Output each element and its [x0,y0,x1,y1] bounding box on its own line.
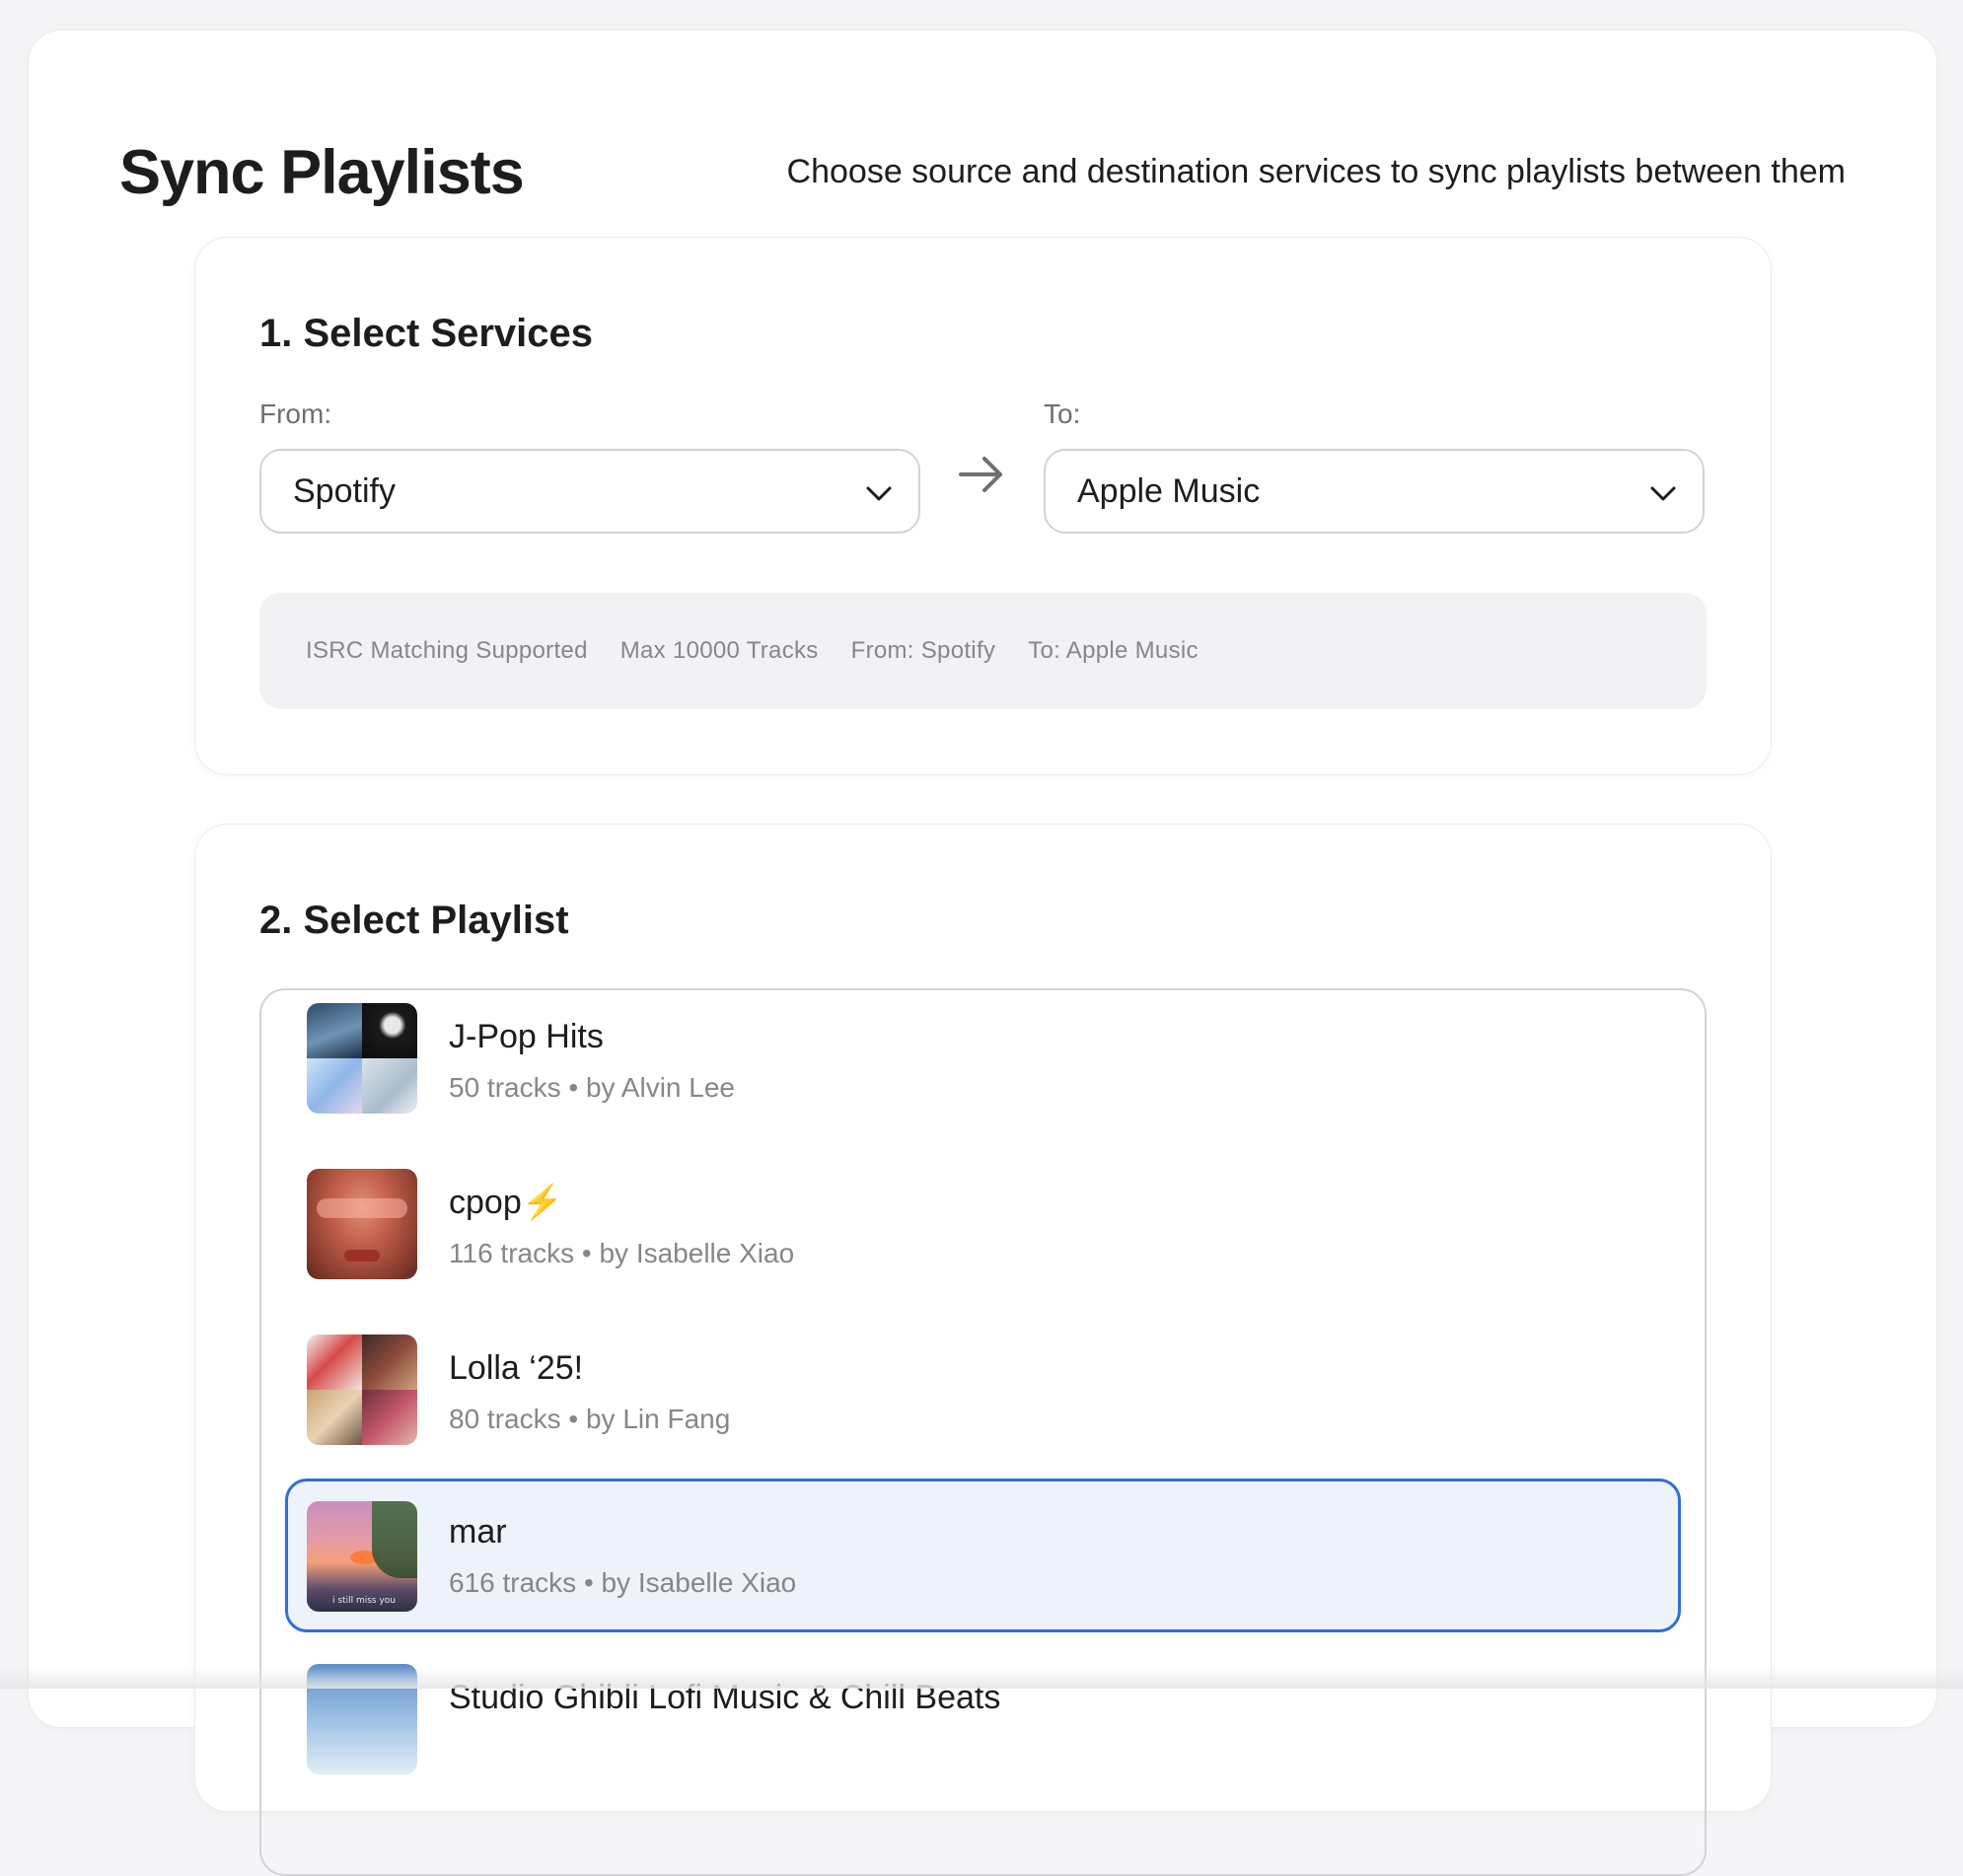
section-heading-services: 1. Select Services [259,312,594,355]
playlist-cover [307,1169,417,1279]
bottom-edge-shadow [0,1667,1963,1689]
info-tag-to: To: Apple Music [1028,637,1199,664]
playlist-item[interactable]: Lolla ‘25! 80 tracks • by Lin Fang [285,1322,1681,1476]
info-tag-from: From: Spotify [850,637,996,664]
playlist-meta: 80 tracks • by Lin Fang [449,1404,731,1434]
section-heading-playlist: 2. Select Playlist [259,899,569,942]
playlist-name: mar [449,1513,507,1551]
from-service-select[interactable]: Spotify [259,449,920,534]
info-tag-isrc: ISRC Matching Supported [306,637,588,664]
playlist-cover [307,1003,417,1114]
playlist-name: Lolla ‘25! [449,1349,584,1387]
select-playlist-card: 2. Select Playlist J-Pop Hits 50 tracks … [194,824,1772,1876]
page-title: Sync Playlists [119,138,525,207]
playlist-cover: i still miss you [307,1501,417,1612]
playlist-item[interactable]: J-Pop Hits 50 tracks • by Alvin Lee [285,990,1681,1144]
select-services-card: 1. Select Services From: Spotify To: App… [194,237,1772,775]
playlist-name: J-Pop Hits [449,1018,604,1055]
to-service-select[interactable]: Apple Music [1044,449,1705,534]
to-label: To: [1044,398,1081,429]
from-label: From: [259,398,332,429]
from-service-value: Spotify [293,471,396,510]
info-tag-max-tracks: Max 10000 Tracks [619,637,819,664]
page-subtitle: Choose source and destination services t… [786,153,1846,190]
service-info-bar: ISRC Matching Supported Max 10000 Tracks… [259,593,1707,709]
chevron-down-icon [866,486,892,501]
playlist-meta: 116 tracks • by Isabelle Xiao [449,1238,795,1268]
to-service-value: Apple Music [1077,471,1261,510]
playlist-name: cpop⚡ [449,1184,564,1221]
arrow-right-icon [959,457,1002,492]
cover-caption: i still miss you [332,1596,396,1606]
playlist-meta: 616 tracks • by Isabelle Xiao [449,1567,797,1598]
playlist-item-selected[interactable]: i still miss you mar 616 tracks • by Isa… [285,1479,1681,1632]
lightning-icon: ⚡ [521,1184,564,1221]
playlist-list[interactable]: J-Pop Hits 50 tracks • by Alvin Lee cpop… [259,988,1707,1876]
playlist-cover [307,1335,417,1445]
chevron-down-icon [1650,486,1676,501]
playlist-item[interactable]: cpop⚡ 116 tracks • by Isabelle Xiao [285,1156,1681,1310]
playlist-meta: 50 tracks • by Alvin Lee [449,1072,735,1103]
